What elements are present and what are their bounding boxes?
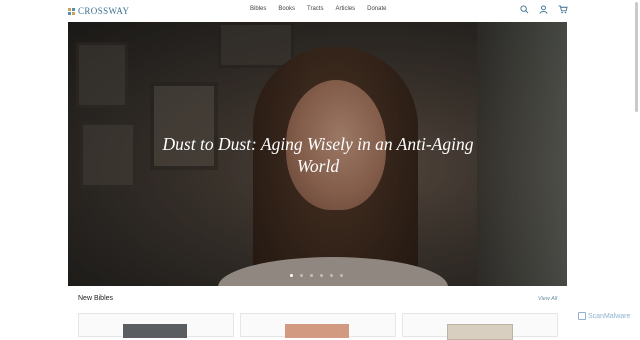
header-icons xyxy=(520,5,568,14)
carousel-dot[interactable] xyxy=(290,274,293,277)
main-nav: Bibles Books Tracts Articles Donate xyxy=(250,6,387,12)
watermark-text: ScanMalware xyxy=(588,312,631,320)
carousel-dot[interactable] xyxy=(320,274,323,277)
nav-donate[interactable]: Donate xyxy=(367,6,386,12)
view-all-link[interactable]: View All xyxy=(538,296,557,302)
search-icon[interactable] xyxy=(520,5,529,14)
carousel-dots xyxy=(290,274,343,277)
logo-text: CROSSWAY xyxy=(78,6,130,16)
book-cover xyxy=(447,324,513,340)
site-header: CROSSWAY Bibles Books Tracts Articles Do… xyxy=(0,0,640,22)
hero-carousel[interactable]: Dust to Dust: Aging Wisely in an Anti-Ag… xyxy=(68,22,567,286)
cart-icon[interactable] xyxy=(558,5,568,14)
book-cover xyxy=(123,324,187,338)
carousel-dot[interactable] xyxy=(330,274,333,277)
crossway-logo[interactable]: CROSSWAY xyxy=(68,5,129,17)
scrollbar[interactable] xyxy=(635,2,638,112)
product-card[interactable] xyxy=(402,313,558,340)
watermark: ScanMalware xyxy=(578,312,630,320)
nav-bibles[interactable]: Bibles xyxy=(250,6,266,12)
nav-articles[interactable]: Articles xyxy=(335,6,355,12)
book-cover xyxy=(285,324,349,338)
carousel-dot[interactable] xyxy=(340,274,343,277)
logo-mark-icon xyxy=(68,7,75,15)
nav-books[interactable]: Books xyxy=(278,6,295,12)
product-card[interactable] xyxy=(78,313,234,338)
account-icon[interactable] xyxy=(539,5,548,14)
section-title: New Bibles xyxy=(78,295,114,302)
watermark-icon xyxy=(578,312,586,320)
hero-title[interactable]: Dust to Dust: Aging Wisely in an Anti-Ag… xyxy=(158,133,478,177)
nav-tracts[interactable]: Tracts xyxy=(307,6,323,12)
carousel-dot[interactable] xyxy=(300,274,303,277)
carousel-dot[interactable] xyxy=(310,274,313,277)
product-card[interactable] xyxy=(240,313,396,338)
